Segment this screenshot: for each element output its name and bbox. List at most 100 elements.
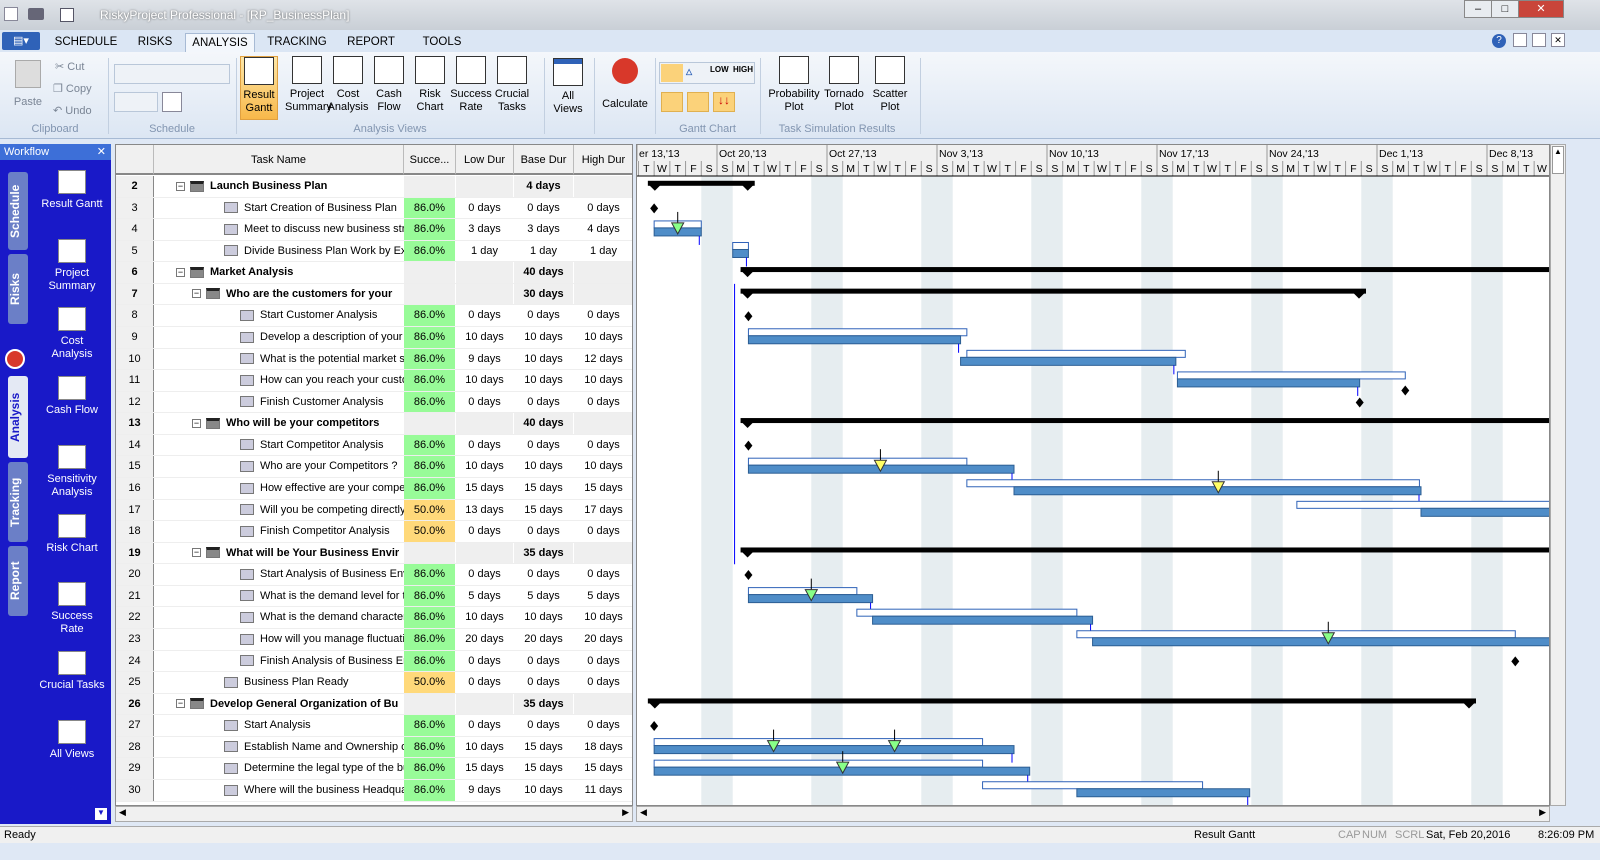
summary-task-row[interactable]: 26 − Develop General Organization of Bu 35 … xyxy=(116,693,632,716)
workflow-item-risk-chart[interactable]: Risk Chart xyxy=(30,513,114,555)
task-name-cell[interactable]: How will you manage fluctuations xyxy=(240,629,404,650)
task-name-cell[interactable]: What is the potential market share xyxy=(240,349,404,370)
tab-analysis[interactable]: ANALYSIS xyxy=(185,33,255,52)
summary-task-row[interactable]: 19 − What will be Your Business Envir 35 da… xyxy=(116,542,632,565)
help-icon[interactable]: ? xyxy=(1492,34,1506,48)
task-row[interactable]: 30 Where will the business Headquarter86.… xyxy=(116,779,632,802)
tab-tools[interactable]: TOOLS xyxy=(412,33,472,52)
schedule-nav[interactable] xyxy=(114,92,158,112)
task-bar[interactable] xyxy=(732,248,749,258)
probability-plot-button[interactable]: Probability Plot xyxy=(764,56,824,114)
task-name-cell[interactable]: Start Competitor Analysis xyxy=(240,435,404,456)
summary-task-row[interactable]: 6 − Market Analysis 40 days xyxy=(116,262,632,284)
collapse-icon[interactable]: − xyxy=(192,548,201,558)
task-name-cell[interactable]: How can you reach your custome xyxy=(240,370,404,391)
view-button-success-rate[interactable]: Success Rate xyxy=(449,56,493,120)
vtab-schedule[interactable]: Schedule xyxy=(8,172,28,250)
vtab-report[interactable]: Report xyxy=(8,546,28,616)
task-name-cell[interactable]: Develop a description of your "Ty xyxy=(240,327,404,348)
col-header-success[interactable]: Succe... xyxy=(404,145,456,175)
scroll-down-icon[interactable]: ▼ xyxy=(95,808,107,820)
task-row[interactable]: 14 Start Competitor Analysis 86.0% 0 days 0 … xyxy=(116,434,632,457)
undo-button[interactable]: ↶ Undo xyxy=(53,104,92,117)
summary-bar[interactable] xyxy=(740,418,1550,424)
summary-bar[interactable] xyxy=(740,288,1366,294)
gantt-triangle-icon[interactable]: △ xyxy=(686,67,692,76)
view-button-crucial-tasks[interactable]: Crucial Tasks xyxy=(490,56,534,120)
task-name-cell[interactable]: What is the demand level for the p xyxy=(240,586,404,607)
task-row[interactable]: 5 Divide Business Plan Work by Experi86.0… xyxy=(116,240,632,263)
task-row[interactable]: 29 Determine the legal type of the busine… xyxy=(116,758,632,780)
task-bar[interactable] xyxy=(1176,378,1361,388)
task-name-cell[interactable]: Start Analysis xyxy=(224,715,404,736)
gantt-expand-icon[interactable] xyxy=(661,92,683,112)
task-row[interactable]: 11How can you reach your custome86.0%10 … xyxy=(116,370,632,392)
tab-schedule[interactable]: SCHEDULE xyxy=(48,33,124,52)
all-views-button[interactable]: All Views xyxy=(550,58,586,116)
scatter-plot-button[interactable]: Scatter Plot xyxy=(868,56,912,114)
col-header-low-dur[interactable]: Low Dur xyxy=(456,145,514,175)
task-row[interactable]: 15 Who are your Competitors ? 86.0% 10 days… xyxy=(116,456,632,478)
gantt-bar-icon[interactable] xyxy=(661,64,683,82)
application-menu-button[interactable]: ▤▾ xyxy=(2,32,40,50)
collapse-icon[interactable]: − xyxy=(176,699,185,709)
vtab-tracking[interactable]: Tracking xyxy=(8,462,28,542)
task-name-cell[interactable]: Start Customer Analysis xyxy=(240,305,404,326)
task-row[interactable]: 22 What is the demand characteristic86.0%… xyxy=(116,607,632,629)
gantt-high-button[interactable]: HIGH xyxy=(733,65,753,74)
maximize-button[interactable]: □ xyxy=(1491,0,1519,18)
ribbon-close-button[interactable]: ✕ xyxy=(1551,33,1565,47)
task-name-cell[interactable]: Business Plan Ready xyxy=(224,672,404,693)
task-bar[interactable] xyxy=(1076,788,1251,798)
task-row[interactable]: 27 Start Analysis 86.0% 0 days 0 days 0 days xyxy=(116,715,632,737)
task-row[interactable]: 8 Start Customer Analysis 86.0% 0 days 0 day… xyxy=(116,305,632,327)
task-name-cell[interactable]: Establish Name and Ownership of Bu xyxy=(224,737,404,758)
task-row[interactable]: 18 Finish Competitor Analysis 50.0% 0 days 0… xyxy=(116,521,632,543)
task-row[interactable]: 3 Start Creation of Business Plan 86.0% 0 d… xyxy=(116,197,632,220)
task-row[interactable]: 25 Business Plan Ready 50.0% 0 days 0 days 0 … xyxy=(116,672,632,694)
calendar-icon[interactable] xyxy=(162,92,182,112)
close-icon[interactable]: ✕ xyxy=(97,144,106,160)
task-name-cell[interactable]: Where will the business Headquarter xyxy=(224,780,404,801)
task-row[interactable]: 10 What is the potential market share86.0… xyxy=(116,348,632,371)
view-button-result-gantt[interactable]: Result Gantt xyxy=(240,56,278,120)
view-button-risk-chart[interactable]: Risk Chart xyxy=(408,56,452,120)
workflow-item-result-gantt[interactable]: Result Gantt xyxy=(30,170,114,211)
col-header-task-name[interactable]: Task Name xyxy=(154,145,404,175)
task-row[interactable]: 4 Meet to discuss new business strate 86.0… xyxy=(116,219,632,241)
collapse-icon[interactable]: − xyxy=(176,181,185,191)
collapse-icon[interactable]: − xyxy=(176,267,185,277)
collapse-icon[interactable]: − xyxy=(192,289,201,299)
vtab-analysis[interactable]: Analysis xyxy=(8,376,28,458)
tab-tracking[interactable]: TRACKING xyxy=(262,33,332,52)
tab-risks[interactable]: RISKS xyxy=(130,33,180,52)
workflow-item-cost[interactable]: Cost Analysis xyxy=(30,307,114,361)
copy-button[interactable]: ❐ Copy xyxy=(53,82,92,95)
task-row[interactable]: 28 Establish Name and Ownership of Bu86.0… xyxy=(116,736,632,759)
task-row[interactable]: 12 Finish Customer Analysis 86.0% 0 days 0 d… xyxy=(116,391,632,414)
workflow-item-crucial-tasks[interactable]: Crucial Tasks xyxy=(30,650,114,692)
summary-bar[interactable] xyxy=(647,698,1476,704)
task-name-cell[interactable]: − Launch Business Plan xyxy=(176,176,404,197)
task-name-cell[interactable]: Will you be competing directly wit xyxy=(240,500,404,521)
workflow-item-cash-flow[interactable]: Cash Flow xyxy=(30,376,114,417)
task-row[interactable]: 9Develop a description of your "Ty86.0%1… xyxy=(116,326,632,349)
tornado-plot-button[interactable]: Tornado Plot xyxy=(822,56,866,114)
task-name-cell[interactable]: Divide Business Plan Work by Experi xyxy=(224,241,404,262)
task-row[interactable]: 23How will you manage fluctuations86.0%2… xyxy=(116,628,632,651)
summary-task-row[interactable]: 7 − Who are the customers for your 30 days xyxy=(116,283,632,306)
task-bar[interactable] xyxy=(872,615,1094,625)
task-name-cell[interactable]: Finish Customer Analysis xyxy=(240,392,404,413)
task-name-cell[interactable]: What is the demand characteristic xyxy=(240,607,404,628)
col-header-base-dur[interactable]: Base Dur xyxy=(514,145,574,175)
gantt-low-button[interactable]: LOW xyxy=(710,65,729,74)
task-bar[interactable] xyxy=(960,356,1177,366)
task-bar[interactable] xyxy=(653,745,1015,755)
col-header-high-dur[interactable]: High Dur xyxy=(574,145,632,175)
workflow-item-success[interactable]: Success Rate xyxy=(30,582,114,636)
gantt-arrows-icon[interactable]: ↓↓ xyxy=(713,92,735,112)
gantt-horizontal-scrollbar[interactable]: ◀ ▶ xyxy=(636,806,1550,822)
view-button-cash-flow[interactable]: Cash Flow xyxy=(367,56,411,120)
summary-bar[interactable] xyxy=(740,547,1550,553)
ribbon-restore-button[interactable] xyxy=(1532,33,1546,47)
